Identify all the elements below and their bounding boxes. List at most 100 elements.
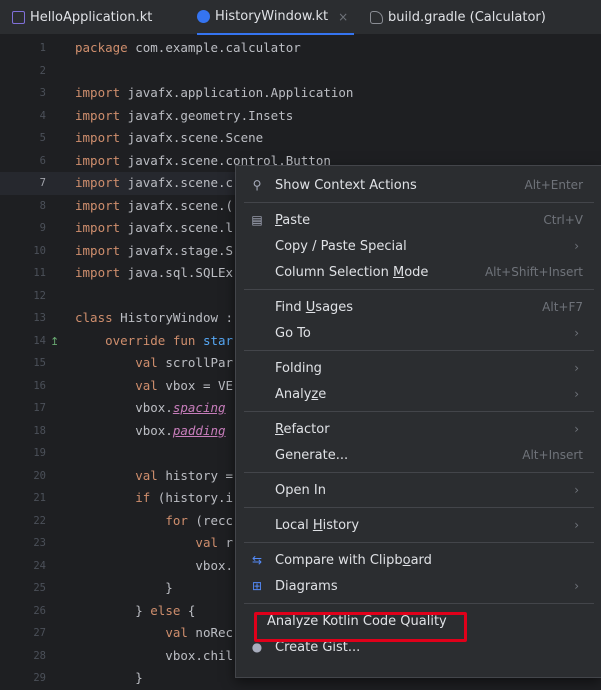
menu-item-copy-paste-special[interactable]: Copy / Paste Special ›	[236, 233, 601, 259]
tab-hello-application[interactable]: HelloApplication.kt	[12, 0, 152, 35]
code-text: import javafx.scene.Scene	[75, 130, 264, 145]
menu-item-label: Diagrams	[275, 578, 338, 594]
menu-item-label: Analyze	[275, 386, 327, 402]
diagram-icon: ⊞	[251, 579, 263, 593]
code-line[interactable]: 5 import javafx.scene.Scene	[0, 127, 601, 150]
menu-item-label: Paste	[275, 212, 311, 228]
line-number: 2	[39, 64, 46, 77]
code-text: vbox.	[75, 557, 234, 573]
code-text: vbox.spacing	[75, 400, 226, 415]
menu-item-analyze[interactable]: Analyze ›	[236, 381, 601, 407]
code-text: class HistoryWindow :	[75, 310, 234, 325]
menu-item-shortcut: Alt+F7	[542, 300, 583, 314]
menu-item-label: Copy / Paste Special	[275, 238, 407, 254]
tab-label: HistoryWindow.kt	[215, 9, 329, 24]
menu-item-folding[interactable]: Folding ›	[236, 355, 601, 381]
menu-item-generate[interactable]: Generate... Alt+Insert	[236, 442, 601, 468]
line-number: 7	[39, 177, 46, 189]
code-text: import javafx.stage.S	[75, 242, 234, 258]
override-gutter-icon[interactable]: ↥	[50, 335, 59, 348]
line-number: 16	[33, 379, 46, 392]
code-line[interactable]: 2	[0, 60, 601, 83]
menu-item-paste[interactable]: ▤ Paste Ctrl+V	[236, 207, 601, 233]
line-number: 24	[33, 559, 46, 572]
clipboard-icon: ▤	[251, 213, 263, 227]
line-number: 3	[39, 87, 46, 99]
code-text: }	[75, 580, 173, 595]
menu-item-label: Column Selection Mode	[275, 264, 429, 280]
menu-item-local-history[interactable]: Local History ›	[236, 512, 601, 538]
menu-item-refactor[interactable]: Refactor ›	[236, 416, 601, 442]
menu-item-go-to[interactable]: Go To ›	[236, 320, 601, 346]
chevron-right-icon: ›	[574, 483, 579, 497]
menu-item-shortcut: Alt+Shift+Insert	[484, 265, 583, 279]
line-number: 25	[33, 582, 46, 594]
chevron-right-icon: ›	[574, 387, 579, 401]
line-number: 20	[33, 469, 46, 482]
menu-item-open-in[interactable]: Open In ›	[236, 477, 601, 503]
line-number: 26	[33, 604, 46, 617]
code-text: import javafx.scene.(	[75, 197, 234, 213]
menu-item-compare-with-clipboard[interactable]: ⇆ Compare with Clipboard	[236, 547, 601, 573]
menu-separator	[244, 202, 594, 203]
menu-item-label: Generate...	[275, 447, 349, 463]
tab-label: build.gradle (Calculator)	[388, 10, 546, 25]
github-icon: ●	[251, 640, 263, 654]
line-number: 4	[39, 109, 46, 122]
menu-item-column-selection-mode[interactable]: Column Selection Mode Alt+Shift+Insert	[236, 259, 601, 285]
menu-item-show-context-actions[interactable]: ⚲ Show Context Actions Alt+Enter	[236, 172, 601, 198]
menu-separator	[244, 507, 594, 508]
code-line[interactable]: 1 package com.example.calculator	[0, 37, 601, 60]
chevron-right-icon: ›	[574, 518, 579, 532]
menu-item-label: Open In	[275, 482, 326, 498]
code-text: if (history.i	[135, 490, 234, 505]
context-menu: ⚲ Show Context Actions Alt+Enter ▤ Paste Ctrl…	[235, 165, 601, 678]
code-text: package com.example.calculator	[75, 40, 301, 55]
close-tab-icon[interactable]: ×	[338, 10, 348, 24]
lightbulb-icon: ⚲	[252, 178, 262, 192]
line-number: 9	[39, 222, 46, 234]
line-number: 19	[33, 447, 46, 459]
line-number: 29	[33, 672, 46, 684]
chevron-right-icon: ›	[574, 422, 579, 436]
code-text: import javafx.geometry.Insets	[75, 107, 294, 123]
code-text: val noRec	[165, 625, 234, 640]
code-line[interactable]: 3 import javafx.application.Application	[0, 82, 601, 105]
line-number: 23	[33, 537, 46, 549]
code-text: val scrollPar	[135, 355, 234, 370]
chevron-right-icon: ›	[574, 239, 579, 253]
line-number: 6	[39, 154, 46, 167]
line-number: 15	[33, 357, 46, 369]
chevron-right-icon: ›	[574, 579, 579, 593]
compare-icon: ⇆	[251, 553, 263, 567]
menu-separator	[244, 472, 594, 473]
line-number: 10	[33, 244, 46, 257]
code-text: import javafx.application.Application	[75, 85, 354, 100]
menu-item-diagrams[interactable]: ⊞ Diagrams ›	[236, 573, 601, 599]
line-number: 28	[33, 649, 46, 662]
line-number: 11	[33, 267, 46, 279]
menu-item-find-usages[interactable]: Find Usages Alt+F7	[236, 294, 601, 320]
line-number: 12	[33, 289, 46, 302]
menu-item-label: Folding	[275, 360, 322, 376]
tab-build-gradle[interactable]: build.gradle (Calculator)	[370, 0, 546, 35]
highlight-box	[254, 612, 467, 642]
menu-item-label: Local History	[275, 517, 360, 533]
menu-item-shortcut: Alt+Enter	[524, 178, 583, 192]
line-number: 18	[33, 424, 46, 437]
code-line[interactable]: 4 import javafx.geometry.Insets	[0, 105, 601, 128]
code-text: vbox.chil	[75, 647, 234, 663]
tab-history-window[interactable]: HistoryWindow.kt ×	[197, 0, 355, 35]
tab-label: HelloApplication.kt	[30, 10, 153, 25]
code-text: vbox.padding	[75, 422, 226, 438]
menu-item-shortcut: Alt+Insert	[522, 448, 583, 462]
code-text: } else {	[75, 602, 196, 618]
line-number: 14	[33, 334, 46, 347]
code-text: }	[75, 670, 143, 685]
menu-item-label: Go To	[275, 325, 311, 341]
menu-separator	[244, 411, 594, 412]
code-text: override fun star	[105, 332, 234, 348]
menu-separator	[244, 542, 594, 543]
line-number: 1	[39, 42, 46, 54]
line-number: 22	[33, 514, 46, 527]
